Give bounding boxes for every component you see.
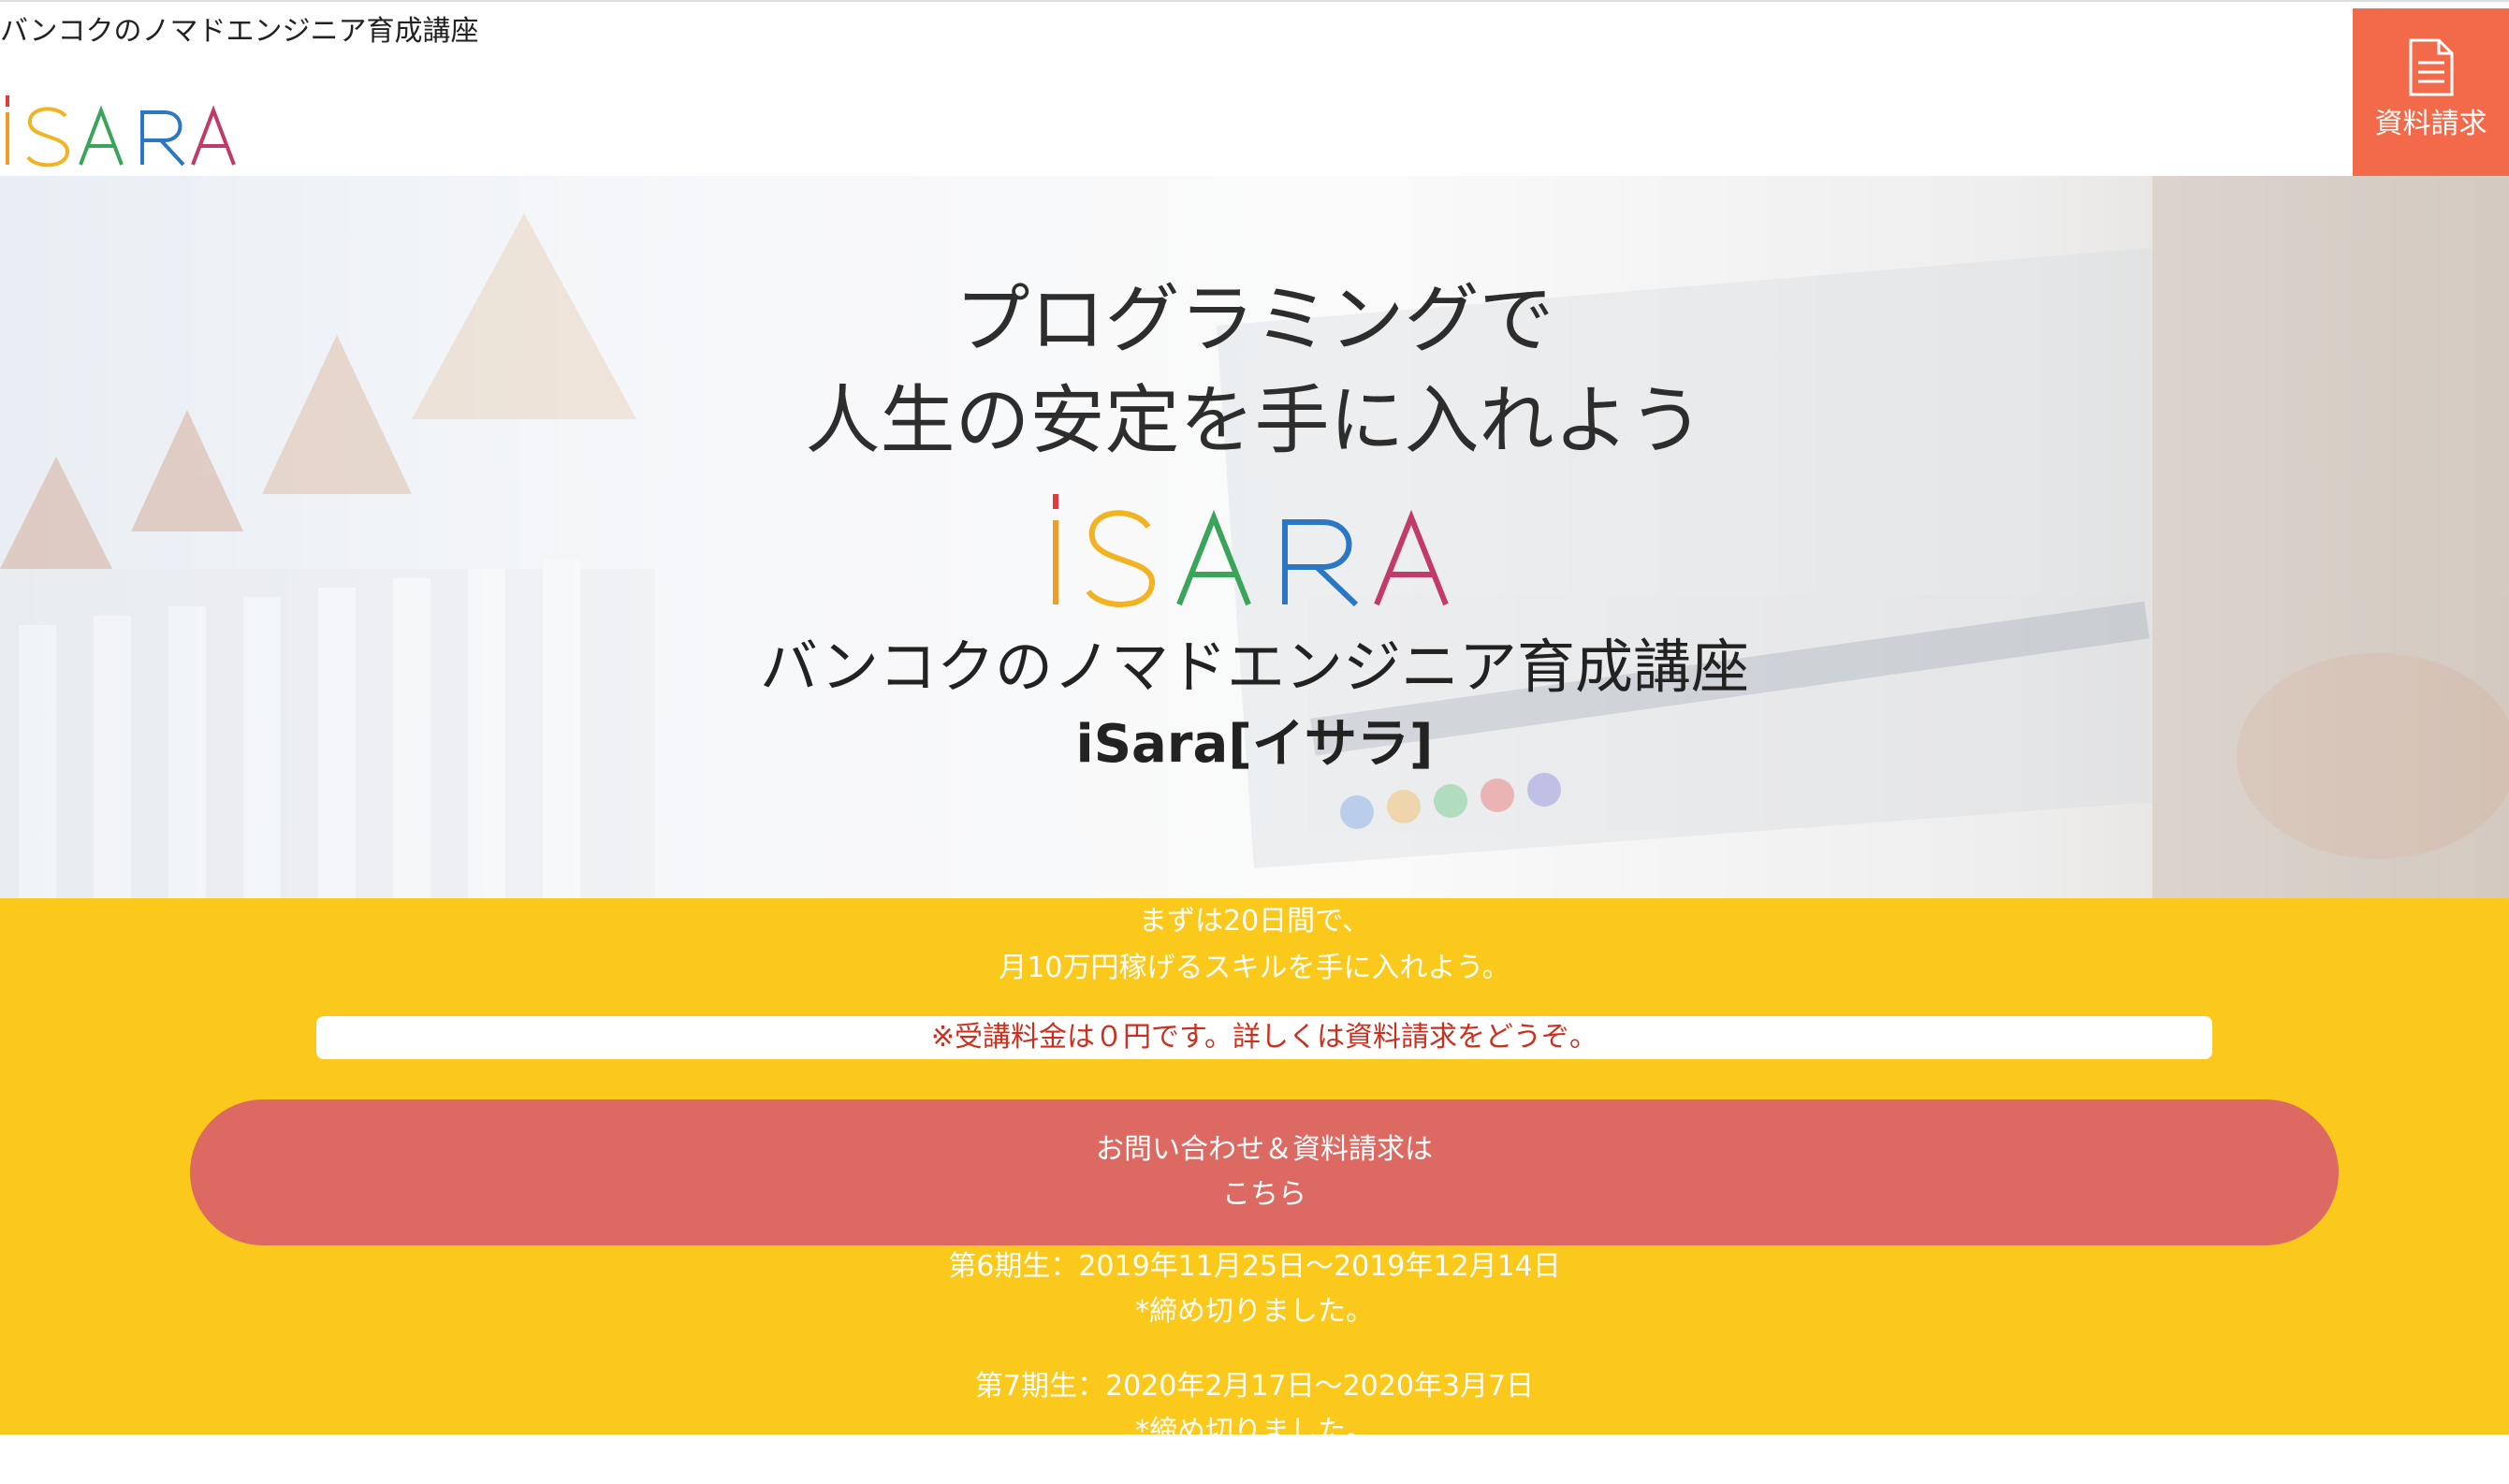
free-tuition-notice: ※受講料金は０円です。詳しくは資料請求をどうぞ。 [316, 1016, 2212, 1059]
contact-request-button[interactable]: お問い合わせ＆資料請求は こちら [190, 1099, 2339, 1245]
document-request-button[interactable]: 資料請求 [2353, 8, 2509, 178]
document-icon [2409, 38, 2453, 96]
schedule-status: *締め切りました。 [1135, 1295, 1374, 1328]
top-border [0, 0, 2509, 9]
isara-logo[interactable] [0, 86, 262, 170]
offer-section: まずは20日間で、 月10万円稼げるスキルを手に入れよう。 ※受講料金は０円です… [0, 898, 2509, 1448]
hero-course-name: iSara[イサラ] [1075, 714, 1434, 775]
site-tagline: バンコクのノマドエンジニア育成講座 [0, 15, 479, 48]
schedule-status: *締め切りました。 [1135, 1415, 1374, 1448]
hero-isara-logo [1053, 494, 1449, 607]
hero-section: プログラミングで 人生の安定を手に入れよう バンコクのノマドエンジニア育成講座 … [0, 176, 2509, 898]
offer-intro-line1: まずは20日間で、 [1139, 905, 1370, 938]
schedule-item: 第7期生：2020年2月17日〜2020年3月7日 *締め切りました。 [0, 1364, 2509, 1454]
course-schedule: 第6期生：2019年11月25日〜2019年12月14日 *締め切りました。 第… [0, 1244, 2509, 1484]
hero-heading-line1: プログラミングで [955, 276, 1554, 363]
offer-intro-line2: 月10万円稼げるスキルを手に入れよう。 [999, 952, 1510, 984]
cta-line1: お問い合わせ＆資料請求は [1096, 1133, 1433, 1166]
schedule-item: 第6期生：2019年11月25日〜2019年12月14日 *締め切りました。 [0, 1244, 2509, 1334]
document-request-label: 資料請求 [2374, 108, 2487, 140]
hero-heading-line2: 人生の安定を手に入れよう [805, 377, 1704, 464]
schedule-term: 第7期生：2020年2月17日〜2020年3月7日 [974, 1370, 1535, 1403]
offer-intro: まずは20日間で、 月10万円稼げるスキルを手に入れよう。 [0, 898, 2509, 992]
schedule-term: 第6期生：2019年11月25日〜2019年12月14日 [948, 1250, 1561, 1283]
hero-subtitle: バンコクのノマドエンジニア育成講座 [759, 633, 1750, 701]
cta-line2: こちら [1222, 1178, 1306, 1211]
hero-heading: プログラミングで 人生の安定を手に入れよう [0, 269, 2509, 472]
